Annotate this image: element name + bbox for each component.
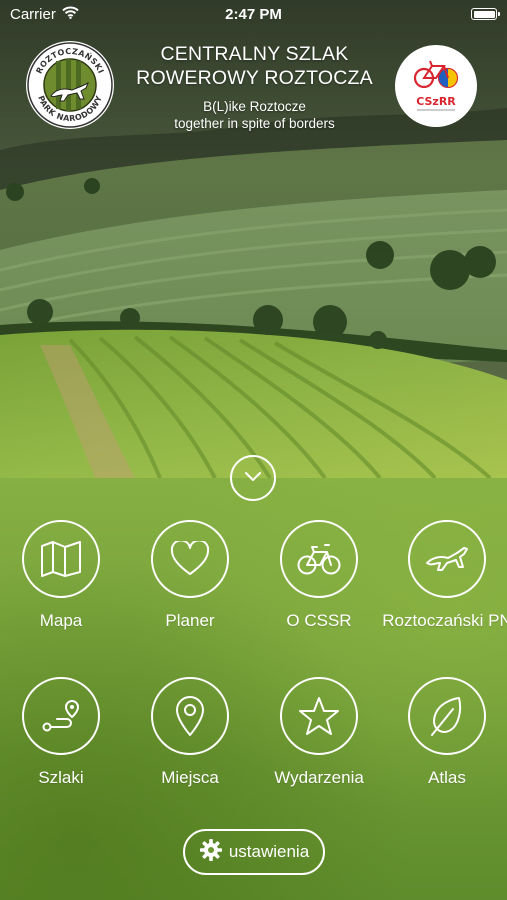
- leaf-icon: [408, 677, 486, 755]
- menu-item-mapa[interactable]: Mapa: [0, 520, 126, 631]
- title-line-1: CENTRALNY SZLAK: [160, 43, 349, 65]
- settings-button[interactable]: ustawienia: [183, 829, 325, 875]
- menu-item-atlas[interactable]: Atlas: [382, 677, 507, 788]
- expand-button[interactable]: [230, 455, 276, 501]
- menu-item-label: Miejsca: [161, 768, 219, 787]
- horse-icon: [408, 520, 486, 598]
- menu-item-label: Wydarzenia: [274, 768, 364, 787]
- star-icon: [280, 677, 358, 755]
- heart-icon: [151, 520, 229, 598]
- menu-item-planer[interactable]: Planer: [125, 520, 255, 631]
- subtitle-line-2: together in spite of borders: [174, 116, 335, 131]
- logo-right-text: CSzRR: [416, 95, 456, 108]
- menu-item-label: Roztoczański PN: [382, 611, 507, 630]
- battery-icon: [471, 8, 500, 20]
- menu-item-szlaki[interactable]: Szlaki: [0, 677, 126, 788]
- subtitle: B(L)ike Roztocze together in spite of bo…: [114, 98, 395, 132]
- location-pin-icon: [151, 677, 229, 755]
- gear-icon: [199, 838, 223, 867]
- home-screen: Carrier 2:47 PM ROZTOCZAŃSKI PARK NARODO…: [0, 0, 507, 900]
- cszrr-logo[interactable]: CSzRR: [395, 45, 477, 127]
- status-time: 2:47 PM: [225, 6, 282, 23]
- menu-item-label: Szlaki: [38, 768, 84, 787]
- settings-label: ustawienia: [228, 842, 310, 861]
- route-icon: [22, 677, 100, 755]
- menu-item-o-cssr[interactable]: O CSSR: [254, 520, 384, 631]
- roztoczanski-park-logo[interactable]: ROZTOCZAŃSKI PARK NARODOWY: [26, 41, 114, 129]
- menu-item-label: Mapa: [39, 611, 83, 630]
- map-icon: [22, 520, 100, 598]
- status-bar: Carrier 2:47 PM: [0, 0, 507, 30]
- title-line-2: ROWEROWY ROZTOCZA: [136, 67, 373, 89]
- subtitle-line-1: B(L)ike Roztocze: [203, 99, 306, 114]
- menu-item-label: Planer: [165, 611, 215, 630]
- menu-item-label: O CSSR: [286, 611, 352, 630]
- chevron-down-icon: [242, 469, 264, 488]
- menu-item-wydarzenia[interactable]: Wydarzenia: [254, 677, 384, 788]
- app-title: CENTRALNY SZLAK ROWEROWY ROZTOCZA B(L)ik…: [114, 42, 395, 132]
- bicycle-icon: [280, 520, 358, 598]
- menu-item-miejsca[interactable]: Miejsca: [125, 677, 255, 788]
- menu-item-roztoczanski-pn[interactable]: Roztoczański PN: [382, 520, 507, 631]
- menu-item-label: Atlas: [428, 768, 466, 787]
